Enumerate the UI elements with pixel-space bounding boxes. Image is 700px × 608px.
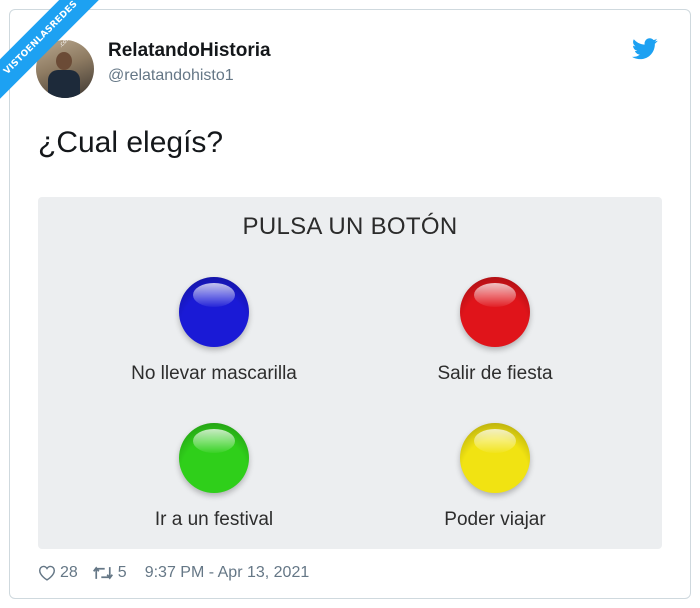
option-label: No llevar mascarilla	[131, 363, 297, 384]
tweet-footer: 28 5 9:37 PM - Apr 13, 2021	[38, 563, 309, 583]
red-button-icon	[460, 277, 530, 347]
yellow-button-icon	[460, 423, 530, 493]
watermark-corner: VISTOENLASREDES .com	[0, 0, 110, 110]
poll-image[interactable]: PULSA UN BOTÓN No llevar mascarilla Sali…	[38, 197, 662, 549]
option-red: Salir de fiesta	[365, 277, 625, 385]
author-display-name[interactable]: RelatandoHistoria	[108, 40, 271, 62]
tweet-text: ¿Cual elegís?	[38, 126, 224, 159]
author-handle[interactable]: @relatandohisto1	[108, 66, 271, 85]
blue-button-icon	[179, 277, 249, 347]
option-blue: No llevar mascarilla	[84, 277, 344, 385]
retweet-icon[interactable]	[92, 565, 114, 581]
tweet-header: RelatandoHistoria @relatandohisto1	[36, 36, 666, 98]
heart-icon[interactable]	[38, 565, 56, 581]
like-count[interactable]: 28	[60, 564, 78, 582]
retweet-count[interactable]: 5	[118, 564, 127, 582]
green-button-icon	[179, 423, 249, 493]
author-names: RelatandoHistoria @relatandohisto1	[108, 40, 271, 85]
twitter-bird-icon[interactable]	[632, 38, 658, 60]
option-yellow: Poder viajar	[365, 423, 625, 531]
option-label: Salir de fiesta	[437, 363, 553, 384]
card-title: PULSA UN BOTÓN	[242, 213, 458, 240]
option-label: Poder viajar	[444, 509, 546, 530]
option-green: Ir a un festival	[84, 423, 344, 531]
timestamp[interactable]: 9:37 PM - Apr 13, 2021	[145, 564, 310, 582]
option-label: Ir a un festival	[154, 509, 274, 530]
